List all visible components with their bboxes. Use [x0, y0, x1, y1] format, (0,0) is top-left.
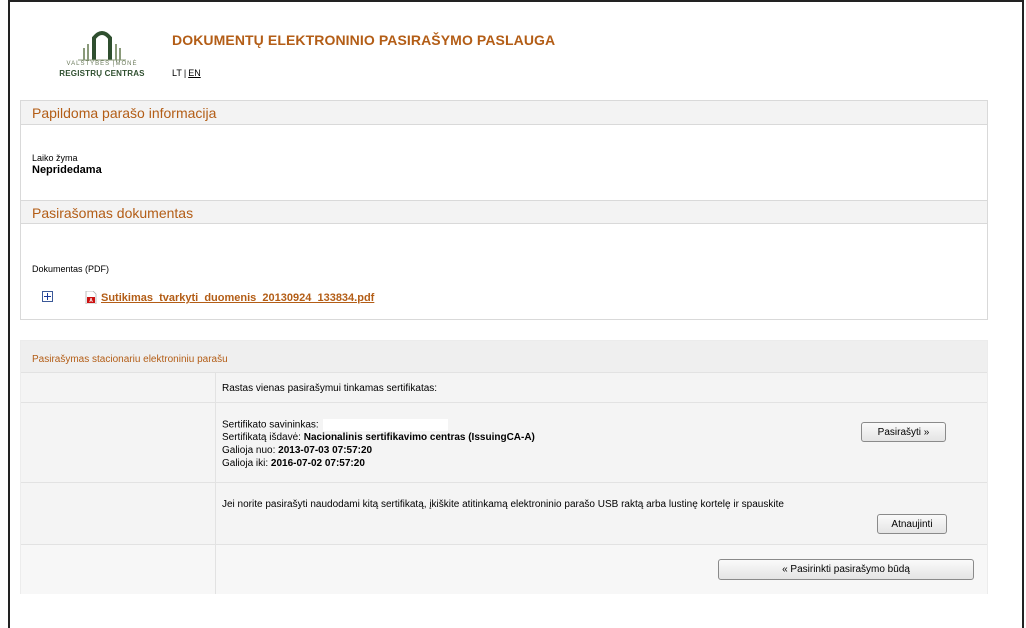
page-header: VALSTYBĖS ĮMONĖ REGISTRŲ CENTRAS DOKUMEN… [52, 26, 555, 86]
signature-info-heading: Papildoma parašo informacija [32, 105, 217, 121]
pdf-icon: A [85, 291, 97, 304]
cert-issuer-value: Nacionalinis sertifikavimo centras (Issu… [303, 432, 535, 443]
row-left-cell [21, 373, 216, 402]
row-right-cell: « Pasirinkti pasirašymo būdą [216, 545, 987, 594]
document-label: Dokumentas (PDF) [32, 264, 110, 274]
cert-details-row: Sertifikato savininkas: Sertifikatą išda… [21, 403, 987, 483]
cert-found-row: Rastas vienas pasirašymui tinkamas serti… [21, 373, 987, 403]
row-left-cell [21, 483, 216, 544]
svg-text:A: A [89, 298, 93, 304]
plus-icon[interactable] [42, 291, 53, 302]
signing-header: Pasirašymas stacionariu elektroniniu par… [21, 341, 987, 373]
cert-valid-from-value: 2013-07-03 07:57:20 [278, 445, 373, 456]
logo-text-bottom: REGISTRŲ CENTRAS [59, 69, 145, 78]
signature-info-header: Papildoma parašo informacija [21, 101, 987, 125]
lang-en-link[interactable]: EN [188, 68, 201, 78]
cert-owner: Sertifikato savininkas: [222, 419, 448, 431]
timestamp-value: Nepridedama [32, 164, 102, 176]
cert-valid-to-value: 2016-07-02 07:57:20 [270, 458, 365, 469]
cert-valid-from: Galioja nuo: 2013-07-03 07:57:20 [222, 445, 372, 456]
cert-valid-from-label: Galioja nuo: [222, 445, 276, 456]
row-left-cell [21, 403, 216, 482]
cert-found-text: Rastas vienas pasirašymui tinkamas serti… [222, 383, 438, 394]
cert-issuer-label: Sertifikatą išdavė: [222, 432, 301, 443]
logo-building-icon [78, 31, 126, 61]
logo-text-top: VALSTYBĖS ĮMONĖ [66, 61, 138, 67]
other-cert-text: Jei norite pasirašyti naudodami kitą ser… [222, 499, 784, 510]
timestamp-label: Laiko žyma [32, 153, 78, 163]
other-cert-row: Jei norite pasirašyti naudodami kitą ser… [21, 483, 987, 545]
row-left-cell [21, 545, 216, 594]
document-heading: Pasirašomas dokumentas [32, 205, 194, 221]
language-switcher: LT | EN [172, 68, 201, 78]
signing-heading: Pasirašymas stacionariu elektroniniu par… [32, 354, 228, 365]
cert-owner-label: Sertifikato savininkas: [222, 419, 319, 431]
refresh-button[interactable]: Atnaujinti [877, 514, 947, 534]
cert-valid-to-label: Galioja iki: [222, 458, 269, 469]
actions-row: « Pasirinkti pasirašymo būdą [21, 545, 987, 594]
row-right-cell: Jei norite pasirašyti naudodami kitą ser… [216, 483, 987, 544]
document-file-link[interactable]: Sutikimas_tvarkyti_duomenis_20130924_133… [101, 292, 374, 304]
cert-issuer: Sertifikatą išdavė: Nacionalinis sertifi… [222, 432, 535, 443]
document-header: Pasirašomas dokumentas [21, 200, 987, 224]
page-title: DOKUMENTŲ ELEKTRONINIO PASIRAŠYMO PASLAU… [172, 32, 556, 48]
lang-lt[interactable]: LT [172, 68, 182, 78]
window-frame-top [8, 0, 1024, 2]
row-right-cell: Sertifikato savininkas: Sertifikatą išda… [216, 403, 987, 482]
info-panel: Papildoma parašo informacija Laiko žyma … [20, 100, 988, 320]
cert-valid-to: Galioja iki: 2016-07-02 07:57:20 [222, 458, 365, 469]
lang-separator: | [183, 68, 187, 78]
registru-centras-logo: VALSTYBĖS ĮMONĖ REGISTRŲ CENTRAS [52, 26, 152, 82]
sign-button[interactable]: Pasirašyti » [861, 422, 946, 442]
row-right-cell: Rastas vienas pasirašymui tinkamas serti… [216, 373, 987, 402]
choose-method-button[interactable]: « Pasirinkti pasirašymo būdą [718, 559, 974, 580]
signing-panel: Pasirašymas stacionariu elektroniniu par… [20, 340, 988, 594]
cert-owner-redacted [322, 419, 448, 431]
